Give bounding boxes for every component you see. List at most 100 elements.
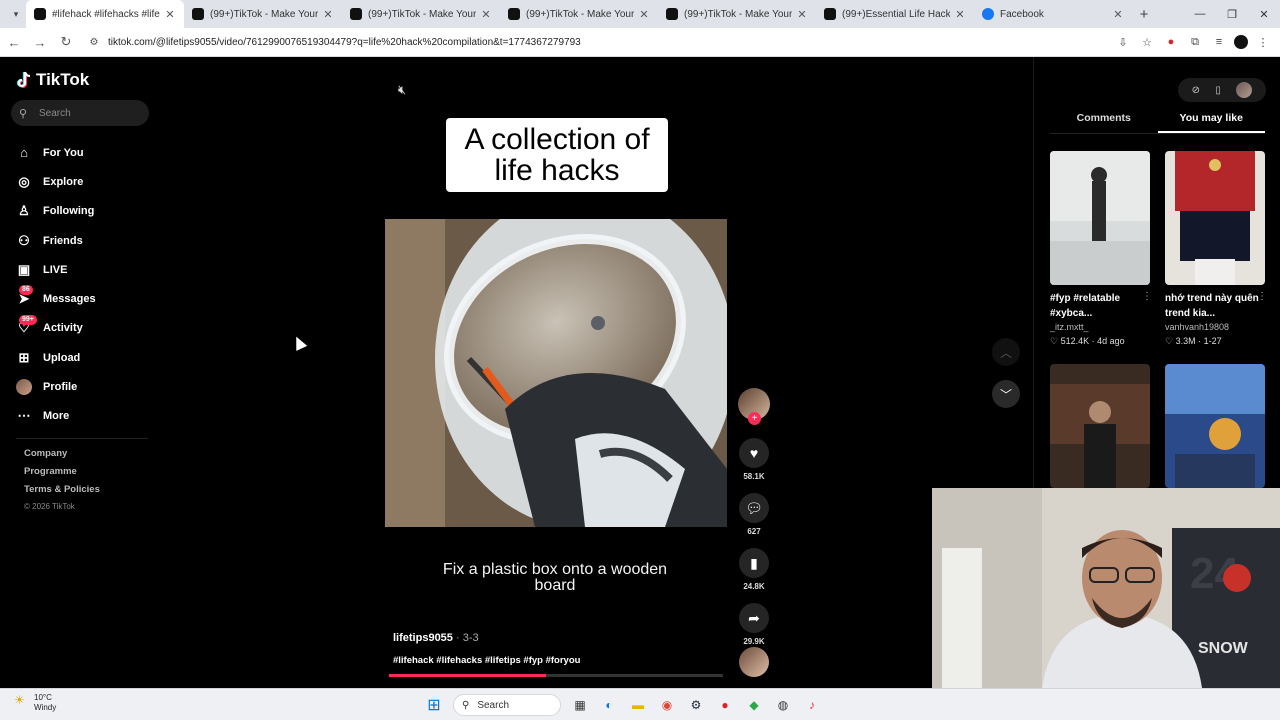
new-tab-button[interactable]: + (1132, 0, 1156, 28)
close-icon[interactable]: ✕ (954, 8, 966, 21)
bookmark-star-icon[interactable]: ☆ (1138, 33, 1156, 51)
sidebar-item-upload[interactable]: ⊞ Upload (16, 343, 96, 372)
heart-icon[interactable]: ♥ (739, 438, 769, 468)
video-thumbnail[interactable] (1165, 364, 1265, 488)
maximize-icon[interactable]: ❐ (1216, 0, 1248, 28)
sidebar-item-messages[interactable]: ➤ 86 Messages (16, 284, 96, 313)
media-controls-icon[interactable]: ≡ (1210, 33, 1228, 51)
sidebar-item-following[interactable]: ♙ Following (16, 197, 96, 226)
video-player[interactable] (385, 219, 727, 527)
webcam-overlay: 24 SNOW (932, 488, 1280, 688)
nav-label: Explore (43, 175, 84, 188)
task-view-icon[interactable]: ▦ (570, 695, 590, 715)
tab[interactable]: (99+)TikTok - Make Your Day ✕ (184, 0, 342, 28)
taskbar-search[interactable]: ⚲ Search (453, 694, 561, 716)
divider (16, 438, 148, 439)
chrome-icon[interactable]: ◉ (657, 695, 677, 715)
app-icon[interactable]: ● (715, 695, 735, 715)
comment-action[interactable]: 💬︎ 627 (738, 493, 770, 536)
tab-comments[interactable]: Comments (1050, 112, 1158, 133)
video-thumbnail[interactable] (1050, 364, 1150, 488)
app-icon[interactable]: ◍ (773, 695, 793, 715)
tab-search-icon[interactable]: ▾ (8, 0, 24, 28)
search-icon: ⚲ (462, 699, 470, 711)
muted-speaker-icon[interactable]: 🔇︎ (398, 82, 406, 98)
tab[interactable]: (99+)Essential Life Hacks for Ev ✕ (816, 0, 974, 28)
programme-link[interactable]: Programme (24, 466, 100, 477)
video-hashtags[interactable]: #lifehack #lifehacks #lifetips #fyp #for… (393, 655, 580, 666)
weather-temp: 10°C (34, 693, 52, 702)
weather-widget[interactable]: ☀ 10°C Windy (14, 693, 56, 713)
close-icon[interactable]: ✕ (1112, 8, 1124, 21)
tiktok-logo[interactable]: TikTok (16, 70, 89, 90)
recommended-video-card[interactable]: ⋮ nhớ trend này quên trend kia... vanhva… (1165, 151, 1267, 347)
menu-icon[interactable]: ⋮ (1254, 33, 1272, 51)
extension-icon[interactable]: ● (1162, 33, 1180, 51)
sidebar-item-profile[interactable]: Profile (16, 372, 96, 401)
edge-icon[interactable]: ◐ (599, 695, 619, 715)
close-icon[interactable]: ✕ (796, 8, 808, 21)
close-icon[interactable]: ✕ (480, 8, 492, 21)
company-link[interactable]: Company (24, 448, 100, 459)
creator-avatar[interactable]: + (738, 388, 770, 425)
next-video-button[interactable]: ﹀ (992, 380, 1020, 408)
like-action[interactable]: ♥ 58.1K (738, 438, 770, 481)
video-thumbnail[interactable] (1165, 151, 1265, 285)
profile-avatar[interactable] (1234, 35, 1248, 49)
close-icon[interactable]: ✕ (164, 8, 176, 21)
tab[interactable]: Facebook ✕ (974, 0, 1132, 28)
more-options-icon[interactable]: ⋮ (1257, 291, 1267, 302)
bookmark-icon[interactable]: ▮ (739, 548, 769, 578)
music-disc-avatar[interactable] (739, 647, 769, 677)
video-thumbnail[interactable] (1050, 151, 1150, 285)
steam-icon[interactable]: ⚙ (686, 695, 706, 715)
save-action[interactable]: ▮ 24.8K (738, 548, 770, 591)
sidebar-item-explore[interactable]: ◎ Explore (16, 167, 96, 196)
windows-start-icon[interactable]: ⊞ (424, 695, 444, 715)
video-frame-image (385, 219, 727, 527)
minimize-icon[interactable]: — (1184, 0, 1216, 28)
comment-icon[interactable]: 💬︎ (739, 493, 769, 523)
tab-title: (99+)Essential Life Hacks for Ev (842, 8, 950, 20)
recommended-video-card[interactable]: ⋮ #fyp #relatable #xybca... _itz.mxtt_ ♡… (1050, 151, 1152, 347)
close-icon[interactable]: ✕ (638, 8, 650, 21)
tab[interactable]: (99+)TikTok - Make Your Day ✕ (658, 0, 816, 28)
app-icon[interactable]: ◆ (744, 695, 764, 715)
forward-icon[interactable]: → (28, 30, 52, 54)
previous-video-button[interactable]: ︿ (992, 338, 1020, 366)
file-explorer-icon[interactable]: ▬ (628, 695, 648, 715)
tab-active[interactable]: #lifehack #lifehacks #lifetips #f ✕ (26, 0, 184, 28)
tab[interactable]: (99+)TikTok - Make Your Day ✕ (342, 0, 500, 28)
tiktok-app-icon[interactable]: ♪ (802, 695, 822, 715)
sidebar-item-activity[interactable]: ♡ 99+ Activity (16, 314, 96, 343)
sidebar-item-more[interactable]: ⋯ More (16, 402, 96, 431)
sidebar-item-live[interactable]: ▣ LIVE (16, 255, 96, 284)
tab-you-may-like[interactable]: You may like (1157, 112, 1265, 133)
extensions-puzzle-icon[interactable]: ⧉ (1186, 33, 1204, 51)
close-window-icon[interactable]: ✕ (1248, 0, 1280, 28)
more-options-icon[interactable]: ⋮ (1142, 291, 1152, 302)
url-field[interactable]: ⚙ tiktok.com/@lifetips9055/video/7612990… (86, 31, 1106, 53)
back-icon[interactable]: ← (2, 30, 26, 54)
video-progress-bar[interactable] (389, 674, 723, 677)
install-app-icon[interactable]: ⇩ (1114, 33, 1132, 51)
card-likes: 512.4K (1060, 336, 1090, 346)
url-text: tiktok.com/@lifetips9055/video/761299007… (108, 36, 581, 48)
recommended-video-card[interactable] (1050, 364, 1150, 488)
mobile-icon[interactable]: ▯ (1215, 85, 1221, 96)
close-icon[interactable]: ✕ (322, 8, 334, 21)
share-action[interactable]: ➦ 29.9K (738, 603, 770, 646)
tab[interactable]: (99+)TikTok - Make Your Day ✕ (500, 0, 658, 28)
sidebar-item-for-you[interactable]: ⌂ For You (16, 138, 96, 167)
follow-plus-icon[interactable]: + (748, 412, 761, 425)
recommended-video-card[interactable] (1165, 364, 1265, 488)
share-icon[interactable]: ➦ (739, 603, 769, 633)
search-input[interactable]: ⚲ Search (11, 100, 149, 126)
reload-icon[interactable]: ↻ (54, 30, 78, 54)
video-author[interactable]: lifetips9055 · 3-3 (393, 632, 479, 644)
terms-link[interactable]: Terms & Policies (24, 484, 100, 495)
site-info-icon[interactable]: ⚙ (86, 36, 102, 48)
avatar[interactable] (1236, 82, 1253, 98)
compass-icon[interactable]: ⊘ (1192, 85, 1200, 96)
sidebar-item-friends[interactable]: ⚇ Friends (16, 226, 96, 255)
